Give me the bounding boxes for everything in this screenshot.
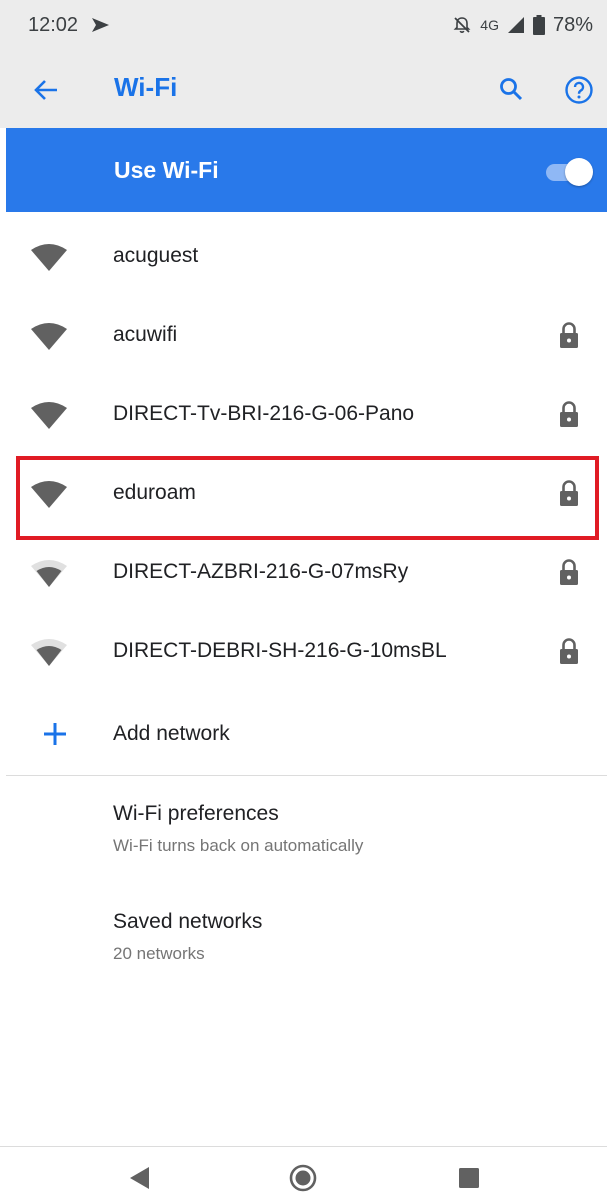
network-item[interactable]: DIRECT-AZBRI-216-G-07msRy xyxy=(0,534,607,613)
lock-icon xyxy=(560,480,578,506)
network-type: 4G xyxy=(480,17,499,33)
status-right: 4G 78% xyxy=(452,14,593,37)
saved-networks-item[interactable]: Saved networks 20 networks xyxy=(113,910,593,964)
wifi-toggle[interactable] xyxy=(542,158,594,186)
search-button[interactable] xyxy=(494,72,528,106)
wifi-signal-icon xyxy=(31,560,67,587)
section-divider xyxy=(6,775,607,776)
arrow-back-icon xyxy=(34,80,57,100)
wifi-signal-icon xyxy=(31,481,67,508)
status-left: 12:02 xyxy=(28,14,110,37)
network-ssid: acuwifi xyxy=(113,323,178,346)
nav-back-icon[interactable] xyxy=(124,1163,154,1193)
add-network-item[interactable]: Add network xyxy=(0,696,607,774)
wifi-signal-icon xyxy=(31,323,67,350)
network-ssid: eduroam xyxy=(113,481,196,504)
wifi-preferences-subtitle: Wi-Fi turns back on automatically xyxy=(113,836,364,855)
network-ssid: DIRECT-DEBRI-SH-216-G-10msBL xyxy=(113,639,447,662)
network-item[interactable]: DIRECT-Tv-BRI-216-G-06-Pano xyxy=(0,376,607,455)
wifi-signal-icon xyxy=(31,639,67,666)
mute-bell-icon xyxy=(453,17,471,33)
saved-networks-subtitle: 20 networks xyxy=(113,944,205,963)
search-icon xyxy=(500,78,523,101)
wifi-signal-icon xyxy=(31,402,67,429)
saved-networks-title: Saved networks xyxy=(113,910,263,933)
plus-icon xyxy=(44,723,66,745)
battery-icon xyxy=(532,15,545,35)
network-item[interactable]: DIRECT-DEBRI-SH-216-G-10msBL xyxy=(0,613,607,692)
app-toolbar: Wi-Fi xyxy=(0,50,607,128)
battery-level: 78% xyxy=(552,13,593,36)
network-list: acuguest acuwifi DIRECT-Tv-BRI-216-G-06-… xyxy=(0,218,607,692)
nav-recents-icon[interactable] xyxy=(454,1163,484,1193)
wifi-signal-icon xyxy=(31,244,67,271)
navigation-bar xyxy=(0,1146,607,1200)
add-network-label: Add network xyxy=(113,722,230,745)
lock-icon xyxy=(560,401,578,427)
lock-icon xyxy=(560,638,578,664)
help-icon xyxy=(565,76,593,104)
back-button[interactable] xyxy=(30,74,62,106)
wifi-preferences-title: Wi-Fi preferences xyxy=(113,802,279,825)
status-time: 12:02 xyxy=(28,13,79,36)
help-button[interactable] xyxy=(562,73,596,107)
nav-home-icon[interactable] xyxy=(288,1163,318,1193)
network-ssid: DIRECT-AZBRI-216-G-07msRy xyxy=(113,560,409,583)
network-item-eduroam[interactable]: eduroam xyxy=(0,455,607,534)
page-title: Wi-Fi xyxy=(114,72,178,102)
network-item[interactable]: acuwifi xyxy=(0,297,607,376)
status-bar: 12:02 4G 78% xyxy=(0,0,607,50)
network-ssid: acuguest xyxy=(113,244,199,267)
cell-signal-icon xyxy=(507,17,524,33)
use-wifi-switch-bar[interactable]: Use Wi-Fi xyxy=(6,128,607,212)
network-item[interactable]: acuguest xyxy=(0,218,607,297)
wifi-preferences-item[interactable]: Wi-Fi preferences Wi-Fi turns back on au… xyxy=(113,802,593,856)
navigation-arrow-icon xyxy=(92,18,110,32)
network-ssid: DIRECT-Tv-BRI-216-G-06-Pano xyxy=(113,402,415,425)
lock-icon xyxy=(560,559,578,585)
use-wifi-label: Use Wi-Fi xyxy=(114,157,219,183)
toggle-thumb xyxy=(565,158,593,186)
lock-icon xyxy=(560,322,578,348)
